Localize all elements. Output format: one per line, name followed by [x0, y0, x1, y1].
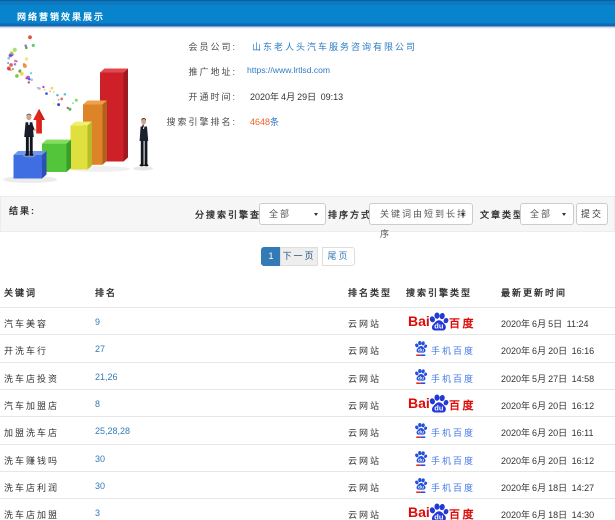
svg-text:du: du	[418, 457, 424, 463]
svg-text:du: du	[418, 347, 424, 353]
svg-text:du: du	[434, 322, 444, 331]
svg-text:du: du	[418, 375, 424, 381]
svg-text:du: du	[418, 429, 424, 435]
svg-text:du: du	[418, 484, 424, 490]
svg-text:du: du	[434, 404, 444, 413]
svg-text:du: du	[434, 513, 444, 520]
